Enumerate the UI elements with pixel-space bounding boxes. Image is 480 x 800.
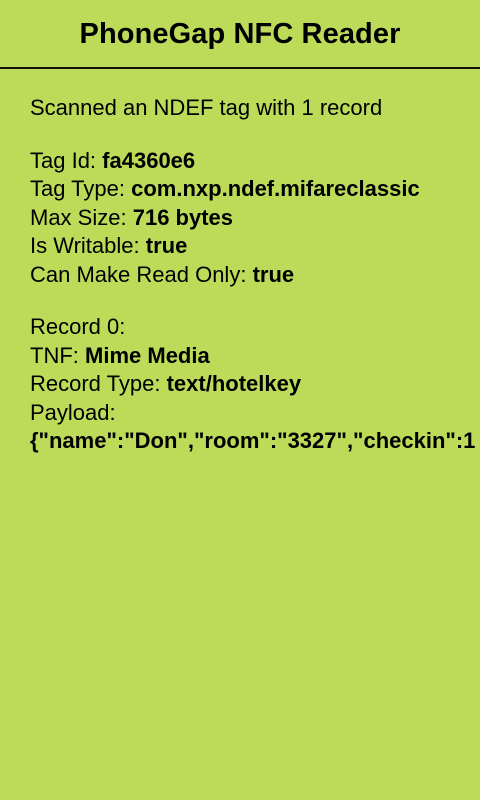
can-make-read-only-label: Can Make Read Only: bbox=[30, 261, 247, 287]
is-writable-row: Is Writable: true bbox=[30, 232, 480, 261]
scan-summary: Scanned an NDEF tag with 1 record bbox=[30, 95, 383, 120]
app-title: PhoneGap NFC Reader bbox=[79, 18, 401, 50]
tag-id-label: Tag Id: bbox=[30, 147, 97, 173]
max-size-row: Max Size: 716 bytes bbox=[30, 204, 480, 233]
app-header: PhoneGap NFC Reader bbox=[0, 0, 480, 69]
is-writable-value: true bbox=[145, 233, 188, 258]
record-section: Record 0: TNF: Mime Media Record Type: t… bbox=[30, 313, 480, 456]
payload-label: Payload: bbox=[30, 399, 116, 425]
tag-id-row: Tag Id: fa4360e6 bbox=[30, 147, 480, 176]
tag-type-label: Tag Type: bbox=[30, 176, 125, 201]
tag-type-value: com.nxp.ndef.mifareclassic bbox=[131, 176, 420, 201]
can-make-read-only-value: true bbox=[252, 261, 295, 287]
tag-details: Scanned an NDEF tag with 1 record Tag Id… bbox=[30, 94, 480, 456]
tag-type-row: Tag Type: com.nxp.ndef.mifareclassic bbox=[30, 175, 480, 204]
tnf-row: TNF: Mime Media bbox=[30, 342, 480, 371]
payload-value: {"name":"Don","room":"3327","checkin":1 bbox=[30, 428, 476, 453]
is-writable-label: Is Writable: bbox=[30, 233, 140, 258]
tag-id-value: fa4360e6 bbox=[102, 147, 196, 173]
tnf-label: TNF: bbox=[30, 342, 79, 368]
can-make-read-only-row: Can Make Read Only: true bbox=[30, 261, 480, 290]
record-type-label: Record Type: bbox=[30, 371, 161, 396]
tag-info-section: Tag Id: fa4360e6 Tag Type: com.nxp.ndef.… bbox=[30, 147, 480, 290]
record-type-value: text/hotelkey bbox=[166, 371, 302, 396]
record-heading: Record 0: bbox=[30, 314, 126, 339]
max-size-value: 716 bytes bbox=[132, 204, 234, 230]
max-size-label: Max Size: bbox=[30, 204, 127, 230]
tnf-value: Mime Media bbox=[85, 342, 210, 368]
record-type-row: Record Type: text/hotelkey bbox=[30, 370, 480, 399]
